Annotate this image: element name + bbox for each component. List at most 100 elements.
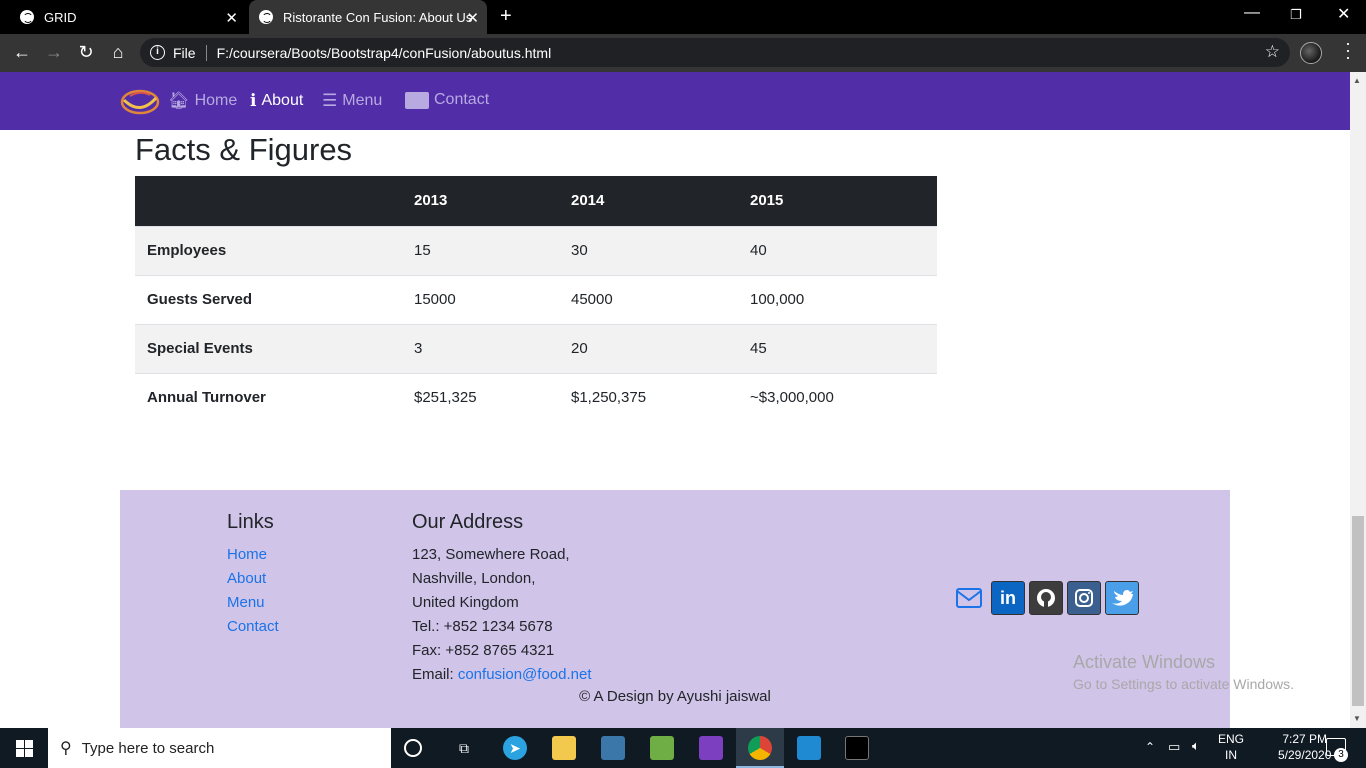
url-text: F:/coursera/Boots/Bootstrap4/conFusion/a… (216, 44, 552, 61)
footer-link-contact[interactable]: Contact (227, 615, 279, 639)
social-links: in (955, 581, 1139, 615)
table-cell: 20 (571, 340, 588, 357)
cortana-icon[interactable] (404, 739, 422, 757)
activate-windows-title: Activate Windows (1073, 652, 1216, 672)
volume-icon[interactable]: 🔈︎ (1192, 738, 1200, 754)
home-icon[interactable]: ⌂ (106, 42, 130, 63)
profile-avatar[interactable] (1300, 42, 1322, 64)
telegram-icon[interactable]: ➤ (503, 736, 527, 760)
search-icon: ⚲ (60, 740, 72, 757)
footer-link-home[interactable]: Home (227, 543, 279, 567)
reload-icon[interactable]: ↻ (74, 42, 98, 63)
globe-icon (20, 10, 34, 24)
page-scrollbar[interactable]: ▲ ▼ (1350, 72, 1366, 728)
envelope-icon[interactable] (955, 587, 983, 609)
clock-time: 7:27 PM (1282, 732, 1328, 746)
email-label: Email: (412, 666, 458, 683)
windows-taskbar: ⚲ Type here to search ⧉ ➤ ⌃ ▭ 🔈︎ ENG IN … (0, 728, 1366, 768)
notepad-plus-icon[interactable] (650, 736, 674, 760)
table-cell: 40 (750, 242, 767, 259)
address-heading: Our Address (412, 511, 524, 533)
back-icon[interactable]: ← (10, 42, 34, 63)
footer-link-about[interactable]: About (227, 567, 279, 591)
table-cell: 15000 (414, 291, 456, 308)
address-block: 123, Somewhere Road, Nashville, London, … (412, 543, 592, 687)
taskbar-search-input[interactable]: ⚲ Type here to search (48, 728, 391, 768)
copyright: © A Design by Ayushi jaiswal (579, 688, 771, 705)
email-link[interactable]: confusion@food.net (458, 666, 592, 683)
table-cell: 45 (750, 340, 767, 357)
restore-icon[interactable]: ❐ (1290, 7, 1302, 23)
terminal-icon[interactable] (845, 736, 869, 760)
nav-contact-label: Contact (434, 91, 490, 108)
address-card-icon (405, 91, 429, 109)
footer-link-menu[interactable]: Menu (227, 591, 279, 615)
scroll-down-icon[interactable]: ▼ (1353, 714, 1361, 723)
row-label: Guests Served (147, 291, 253, 308)
chrome-taskbar-button[interactable] (736, 728, 784, 768)
globe-icon (259, 10, 273, 24)
taskbar-clock[interactable]: 7:27 PM 5/29/2020 (1278, 731, 1331, 763)
notification-badge: 3 (1334, 748, 1348, 762)
nav-menu-label: Menu (342, 92, 383, 109)
table-cell: $1,250,375 (571, 389, 647, 407)
language-indicator[interactable]: ENG IN (1218, 731, 1244, 763)
vscode-icon[interactable] (797, 736, 821, 760)
row-label: Employees (147, 242, 227, 259)
close-tab-icon[interactable]: ✕ (466, 9, 479, 27)
nav-home[interactable]: 🏠︎ Home (168, 91, 237, 111)
scroll-up-icon[interactable]: ▲ (1353, 76, 1361, 85)
linkedin-icon[interactable]: in (991, 581, 1025, 615)
info-icon[interactable]: i (150, 45, 165, 60)
list-icon: ☰ (322, 91, 338, 110)
table-cell: 30 (571, 242, 588, 259)
menu-kebab-icon[interactable]: · · · (1344, 34, 1352, 66)
table-cell: 15 (414, 242, 431, 259)
bookmark-star-icon[interactable]: ☆ (1265, 42, 1280, 62)
site-footer: Links Home About Menu Contact Our Addres… (120, 490, 1230, 728)
task-view-icon[interactable]: ⧉ (452, 736, 476, 760)
new-tab-button[interactable]: + (500, 5, 512, 28)
lang-line: ENG (1218, 732, 1245, 746)
show-hidden-icons-icon[interactable]: ⌃ (1145, 740, 1155, 754)
info-icon: ℹ (250, 91, 257, 110)
nav-about[interactable]: ℹ About (250, 91, 303, 111)
column-header: 2015 (750, 192, 784, 210)
forward-icon[interactable]: → (42, 42, 66, 63)
battery-icon[interactable]: ▭ (1168, 739, 1180, 755)
row-label: Annual Turnover (147, 389, 266, 407)
table-cell: 45000 (571, 291, 613, 308)
restaurant-logo[interactable] (120, 86, 160, 118)
clock-date: 5/29/2020 (1278, 748, 1332, 762)
search-placeholder: Type here to search (81, 739, 215, 757)
twitter-icon[interactable] (1105, 581, 1139, 615)
column-header: 2013 (414, 192, 448, 210)
windows-start-icon[interactable] (16, 740, 33, 757)
nav-menu[interactable]: ☰ Menu (322, 91, 382, 111)
table-row: Annual Turnover $251,325 $1,250,375 ~$3,… (135, 373, 937, 422)
tab-about-us[interactable]: Ristorante Con Fusion: About Us ✕ (249, 0, 487, 34)
url-input[interactable]: i File F:/coursera/Boots/Bootstrap4/conF… (140, 38, 1290, 67)
nav-home-label: Home (194, 92, 238, 109)
visual-studio-icon[interactable] (699, 736, 723, 760)
minimize-icon[interactable]: — (1244, 4, 1260, 22)
github-icon[interactable] (1029, 581, 1063, 615)
tab-grid[interactable]: GRID ✕ (10, 0, 246, 34)
activate-windows-subtitle: Go to Settings to activate Windows. (1073, 676, 1294, 692)
scroll-thumb[interactable] (1352, 516, 1364, 706)
nav-contact[interactable]: Contact (405, 91, 489, 109)
tab-label: Ristorante Con Fusion: About Us (283, 9, 473, 25)
column-header: 2014 (571, 192, 605, 210)
footer-links: Home About Menu Contact (227, 543, 279, 639)
home-icon: 🏠︎ (168, 91, 190, 110)
close-window-icon[interactable]: ✕ (1337, 4, 1350, 24)
table-cell: $251,325 (414, 389, 477, 407)
email-line: Email: confusion@food.net (412, 663, 592, 687)
row-label: Special Events (147, 340, 253, 357)
table-cell: 3 (414, 340, 423, 357)
fax-line: Fax: +852 8765 4321 (412, 642, 555, 659)
instagram-icon[interactable] (1067, 581, 1101, 615)
python-icon[interactable] (601, 736, 625, 760)
close-tab-icon[interactable]: ✕ (225, 9, 238, 27)
file-explorer-icon[interactable] (552, 736, 576, 760)
